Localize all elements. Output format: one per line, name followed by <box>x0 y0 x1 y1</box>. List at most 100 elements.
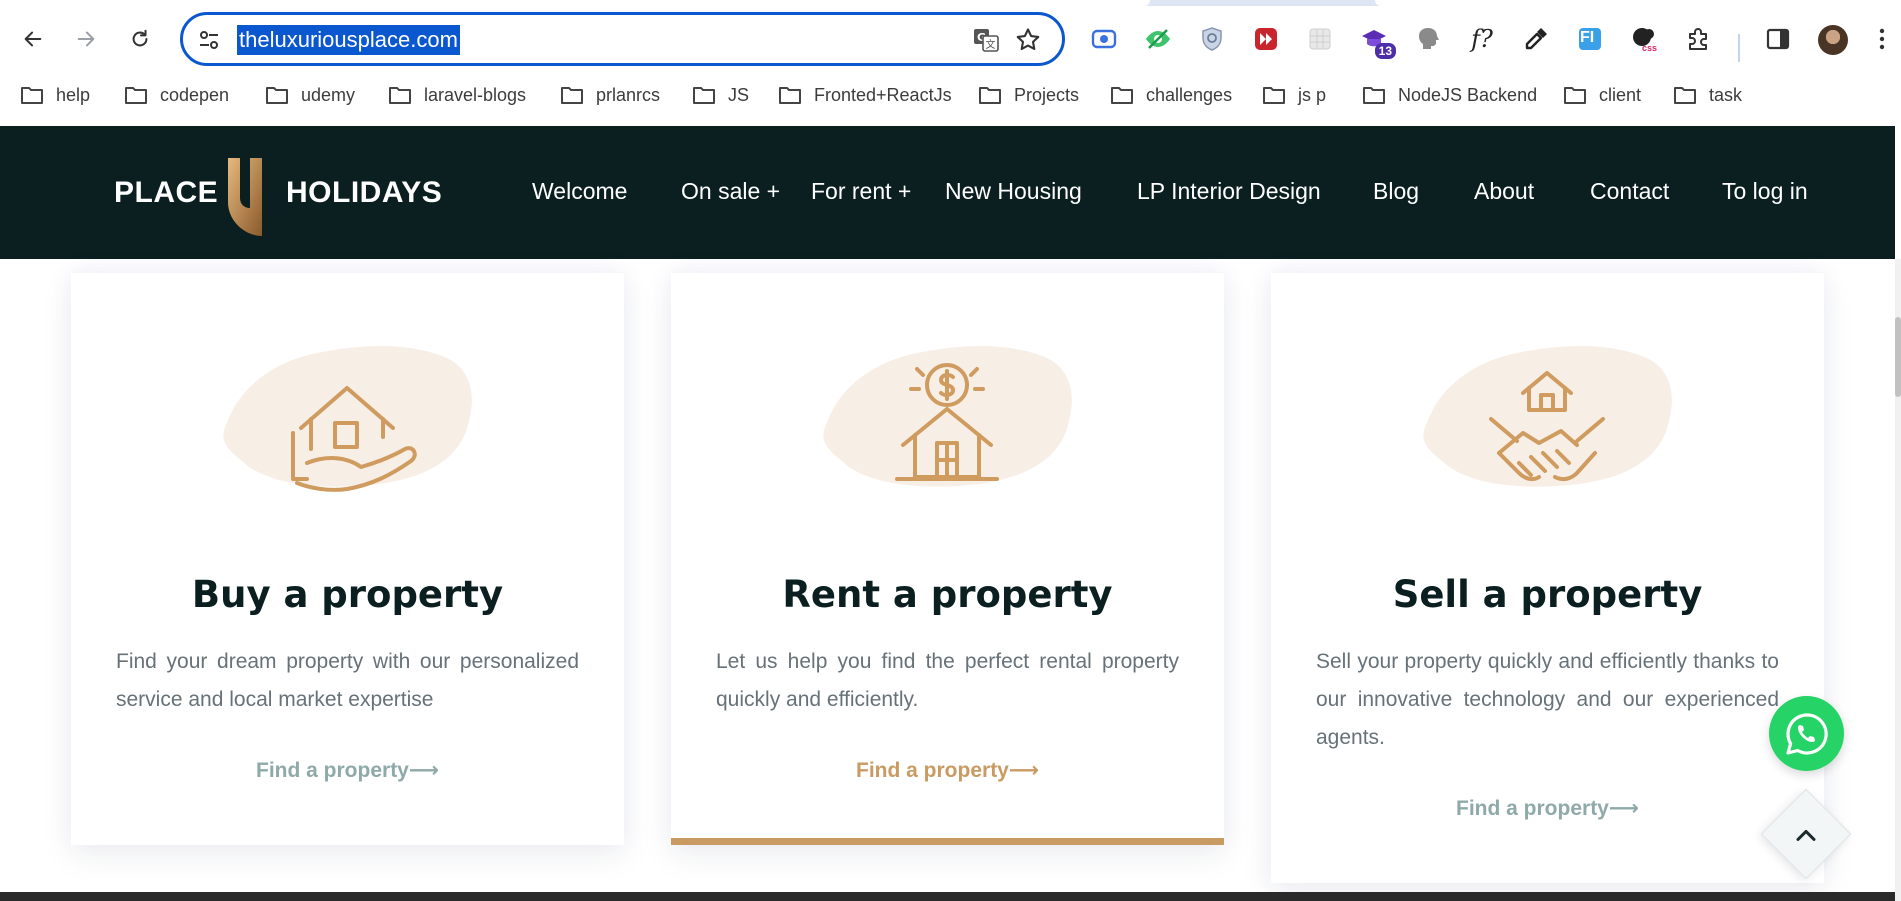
house-handshake-icon <box>1423 346 1672 487</box>
card-title: Rent a property <box>782 573 1113 616</box>
bookmark-folder[interactable]: task <box>1673 78 1742 112</box>
house-dollar-icon <box>823 346 1072 487</box>
bookmark-label: js p <box>1298 84 1327 105</box>
whatsapp-button[interactable] <box>1769 696 1844 771</box>
bookmark-folder[interactable]: NodeJS Backend <box>1362 78 1537 112</box>
site-logo[interactable]: PLACE HOLIDAYS <box>114 156 442 236</box>
browser-menu-button[interactable] <box>1872 23 1892 55</box>
record-icon <box>1091 29 1117 49</box>
nav-lp-interior-design[interactable]: LP Interior Design <box>1137 178 1321 205</box>
extension-video-speed[interactable] <box>1250 23 1282 55</box>
site-settings-icon[interactable] <box>197 28 221 52</box>
nav-blog[interactable]: Blog <box>1373 178 1419 205</box>
folder-icon <box>125 87 147 104</box>
arrow-left-icon <box>24 31 42 47</box>
translate-icon[interactable]: G 文 <box>972 26 1000 54</box>
browser-chrome: theluxuriousplace.com G 文 13 f? FI css h… <box>0 0 1901 126</box>
logo-mark-icon <box>228 158 262 236</box>
extension-css[interactable]: css <box>1628 23 1660 55</box>
folder-icon <box>1263 87 1285 104</box>
extension-fi[interactable]: FI <box>1574 23 1606 55</box>
reload-button[interactable] <box>122 21 158 57</box>
footer-edge <box>0 892 1895 901</box>
bookmark-folder[interactable]: JS <box>692 78 749 112</box>
scrollbar-thumb[interactable] <box>1895 317 1901 397</box>
shield-icon <box>1202 27 1222 51</box>
nav-login[interactable]: To log in <box>1722 178 1808 205</box>
service-card-sell: Sell a property Sell your property quick… <box>1271 273 1824 883</box>
bookmark-folder[interactable]: udemy <box>265 78 355 112</box>
folder-icon <box>561 87 583 104</box>
eye-icon <box>1146 29 1170 49</box>
forward-button[interactable] <box>68 21 104 57</box>
extension-screen-recorder[interactable] <box>1088 23 1120 55</box>
find-property-link-rent[interactable]: Find a property⟶ <box>671 758 1224 783</box>
nav-welcome[interactable]: Welcome <box>532 178 627 205</box>
url-text[interactable]: theluxuriousplace.com <box>237 25 460 55</box>
extension-grid[interactable] <box>1304 23 1336 55</box>
bookmark-folder[interactable]: codepen <box>124 78 229 112</box>
bookmark-folder[interactable]: Fronted+ReactJs <box>778 78 952 112</box>
whatsapp-icon <box>1785 712 1828 755</box>
find-property-link-buy[interactable]: Find a property⟶ <box>71 758 624 783</box>
extension-head[interactable] <box>1412 23 1444 55</box>
card-description: Let us help you find the perfect rental … <box>716 650 1179 711</box>
folder-icon <box>1363 87 1385 104</box>
kebab-menu-icon <box>1879 28 1885 50</box>
grid-icon <box>1309 28 1331 50</box>
bookmark-folder[interactable]: challenges <box>1110 78 1232 112</box>
bookmark-label: client <box>1599 84 1642 105</box>
card-description: Sell your property quickly and efficient… <box>1316 650 1779 749</box>
profile-avatar[interactable] <box>1818 25 1848 55</box>
extension-graduation[interactable]: 13 <box>1358 23 1396 59</box>
bookmark-label: help <box>56 84 91 105</box>
puzzle-icon <box>1689 28 1707 50</box>
bookmark-folder[interactable]: help <box>20 78 90 112</box>
bookmark-label: NodeJS Backend <box>1398 84 1538 105</box>
service-card-rent: Rent a property Let us help you find the… <box>671 273 1224 845</box>
nav-new-housing[interactable]: New Housing <box>945 178 1082 205</box>
tab-strip <box>0 0 1901 6</box>
arrow-right-icon <box>77 31 95 47</box>
services-section: Buy a property Find your dream property … <box>0 259 1895 901</box>
bookmark-label: JS <box>728 84 750 105</box>
svg-text:文: 文 <box>986 38 996 51</box>
service-card-buy: Buy a property Find your dream property … <box>71 273 624 845</box>
extension-eye[interactable] <box>1142 23 1174 55</box>
card-description: Find your dream property with our person… <box>116 650 579 711</box>
bookmark-star-icon[interactable] <box>1014 26 1042 54</box>
fi-label: FI <box>1580 29 1595 46</box>
bookmark-folder[interactable]: laravel-blogs <box>388 78 526 112</box>
nav-contact[interactable]: Contact <box>1590 178 1669 205</box>
extension-font-finder[interactable]: f? <box>1466 23 1498 55</box>
back-button[interactable] <box>15 21 51 57</box>
folder-icon <box>1111 87 1133 104</box>
logo-text-right: HOLIDAYS <box>286 176 443 209</box>
extension-shield[interactable] <box>1196 23 1228 55</box>
bookmark-label: prlanrcs <box>596 84 661 105</box>
side-panel-icon <box>1766 28 1790 50</box>
extensions-menu-button[interactable] <box>1682 23 1714 55</box>
folder-icon <box>21 87 43 104</box>
folder-icon <box>779 87 801 104</box>
bookmark-label: challenges <box>1146 84 1233 105</box>
eyedropper-icon <box>1525 28 1547 50</box>
nav-on-sale[interactable]: On sale + <box>681 178 780 205</box>
side-panel-button[interactable] <box>1762 23 1794 55</box>
nav-about[interactable]: About <box>1474 178 1534 205</box>
page-scrollbar[interactable] <box>1895 259 1901 901</box>
reload-icon <box>132 29 148 47</box>
extension-badge: 13 <box>1374 43 1396 59</box>
toolbar-separator <box>1738 34 1740 62</box>
bookmark-folder[interactable]: js p <box>1262 78 1326 112</box>
nav-for-rent[interactable]: For rent + <box>811 178 911 205</box>
address-bar[interactable]: theluxuriousplace.com G 文 <box>180 12 1065 66</box>
folder-icon <box>979 87 1001 104</box>
bookmark-label: codepen <box>160 84 230 105</box>
logo-text-left: PLACE <box>114 176 219 209</box>
bookmark-folder[interactable]: client <box>1563 78 1641 112</box>
find-property-link-sell[interactable]: Find a property⟶ <box>1271 796 1824 821</box>
bookmark-folder[interactable]: prlanrcs <box>560 78 660 112</box>
bookmark-folder[interactable]: Projects <box>978 78 1079 112</box>
extension-color-picker[interactable] <box>1520 23 1552 55</box>
